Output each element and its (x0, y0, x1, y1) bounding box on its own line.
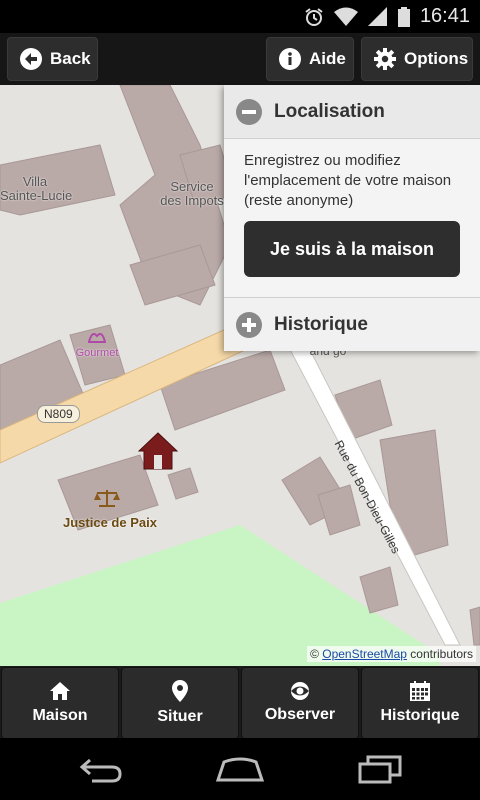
tab-historique-label: Historique (380, 707, 460, 724)
building (167, 467, 199, 500)
building (359, 566, 399, 614)
info-icon (279, 48, 301, 70)
tab-maison[interactable]: Maison (1, 667, 119, 739)
map-label-justice: Justice de Paix (63, 515, 157, 530)
status-time: 16:41 (419, 5, 470, 27)
expand-plus-icon (236, 311, 262, 338)
building (469, 606, 480, 646)
house-marker-icon[interactable] (138, 431, 178, 471)
bakery-icon (88, 333, 106, 343)
road-ref-shield: N809 (37, 405, 80, 423)
collapse-minus-icon (236, 98, 262, 125)
location-panel: Localisation Enregistrez ou modifiez l'e… (224, 85, 480, 351)
tab-observer-label: Observer (264, 706, 336, 723)
alarm-icon (305, 7, 323, 26)
historique-header[interactable]: Historique (224, 297, 480, 351)
signal-icon (367, 6, 387, 26)
back-nav-icon[interactable] (78, 754, 122, 784)
calendar-icon (410, 681, 430, 701)
wifi-icon (333, 7, 358, 26)
map-label-service: Service des Impots (160, 179, 224, 208)
arrow-left-icon (20, 48, 42, 70)
tab-observer[interactable]: Observer (241, 667, 359, 739)
openstreetmap-link[interactable]: OpenStreetMap (322, 647, 407, 661)
localisation-header[interactable]: Localisation (224, 85, 480, 139)
tab-situer[interactable]: Situer (121, 667, 239, 739)
home-button[interactable]: Je suis à la maison (244, 221, 460, 277)
map-attribution: © OpenStreetMap contributors (307, 646, 476, 662)
tab-historique[interactable]: Historique (361, 667, 479, 739)
action-bar: Back Aide Options (0, 33, 480, 85)
bottom-tab-bar: Maison Situer Observer Historique (0, 666, 480, 739)
help-button[interactable]: Aide (266, 37, 354, 81)
home-icon (50, 682, 70, 700)
status-icons: 16:41 (304, 0, 470, 33)
back-label: Back (50, 49, 91, 68)
home-nav-icon[interactable] (216, 754, 264, 784)
historique-title: Historique (274, 313, 368, 335)
battery-icon (397, 6, 410, 27)
eye-icon (291, 682, 309, 700)
location-pin-icon (172, 680, 188, 702)
scales-icon (94, 490, 120, 507)
attribution-suffix: contributors (406, 647, 473, 661)
recents-nav-icon[interactable] (358, 754, 402, 784)
back-button[interactable]: Back (7, 37, 98, 81)
map-label-villa: Villa Sainte-Lucie (0, 174, 73, 203)
localisation-title: Localisation (274, 100, 385, 122)
tab-maison-label: Maison (32, 707, 88, 724)
help-label: Aide (309, 49, 346, 68)
options-button[interactable]: Options (361, 37, 473, 81)
attribution-prefix: © (310, 647, 323, 661)
map-label-gourmet: Gourmet (75, 347, 119, 359)
localisation-description: Enregistrez ou modifiez l'emplacement de… (244, 152, 452, 209)
gear-icon (374, 48, 396, 70)
options-label: Options (404, 49, 469, 68)
status-bar: 16:41 (0, 0, 480, 33)
system-nav-bar (0, 738, 480, 800)
tab-situer-label: Situer (157, 708, 203, 725)
